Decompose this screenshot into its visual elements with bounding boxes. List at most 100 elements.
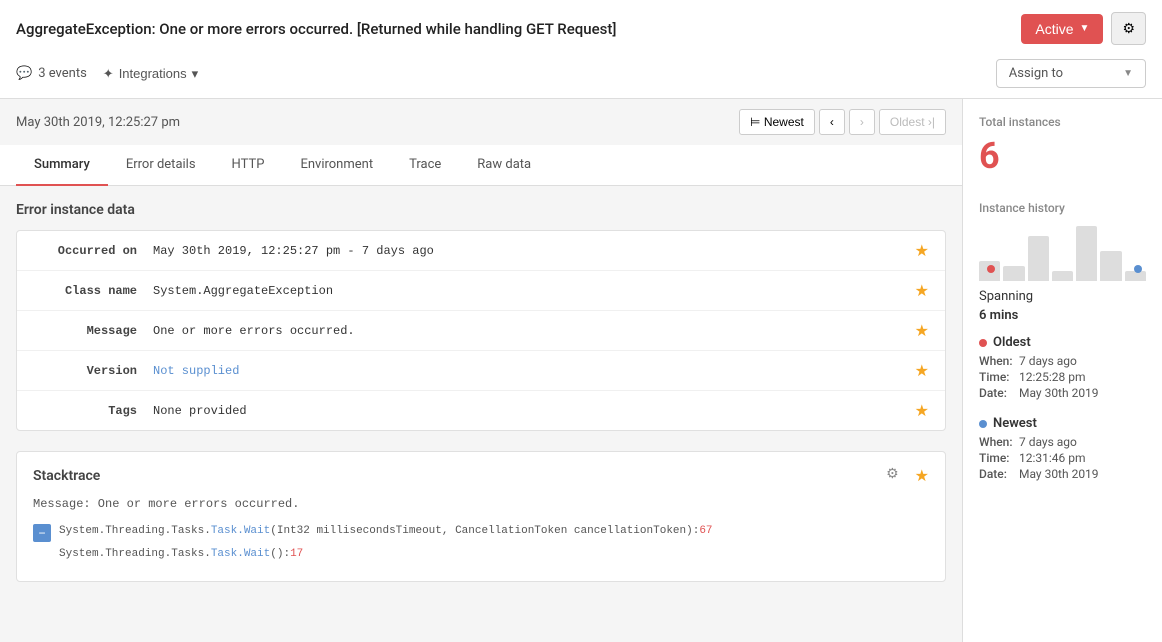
total-instances-label: Total instances [979,115,1146,129]
tab-environment[interactable]: Environment [282,145,391,186]
oldest-when: When: 7 days ago [979,354,1146,368]
gear-icon[interactable]: ⚙ [886,466,899,485]
right-panel: Total instances 6 Instance history Spann… [962,99,1162,642]
chart-bar [1003,266,1024,281]
table-row: Version Not supplied ★ [17,351,945,391]
assign-dropdown[interactable]: Assign to ▼ [996,59,1146,88]
sub-row: 💬 3 events ✦ Integrations ▾ Assign to ▼ [16,53,1146,98]
chevron-down-icon: ▾ [192,66,199,82]
code-text-1: System.Threading.Tasks.Task.Wait(Int32 m… [59,523,713,540]
newest-dot-indicator [979,420,987,428]
chart-bar [1028,236,1049,281]
star-icon[interactable]: ★ [915,466,929,485]
spanning-value: 6 mins [979,308,1146,323]
row-label-classname: Class name [33,284,153,298]
stacktrace-title: Stacktrace [33,468,100,484]
chart-bar [1100,251,1121,281]
chart-bar [1076,226,1097,281]
newest-label: Newest [993,416,1037,431]
row-value-message: One or more errors occurred. [153,324,907,338]
newest-label: ⊨ Newest [750,115,804,129]
code-line-2: System.Threading.Tasks.Task.Wait():17 [33,546,929,563]
collapse-button[interactable]: − [33,524,51,542]
table-row: Occurred on May 30th 2019, 12:25:27 pm -… [17,231,945,271]
next-button[interactable]: › [849,109,875,135]
chevron-down-icon: ▼ [1080,23,1090,34]
newest-date: Date: May 30th 2019 [979,467,1146,481]
code-args-2: (): [270,548,290,560]
instance-history-section: Instance history Spanning 6 mins [979,201,1146,481]
newest-label-row: Newest [979,416,1146,431]
star-icon[interactable]: ★ [915,281,929,300]
integrations-button[interactable]: ✦ Integrations ▾ [103,66,198,82]
code-namespace-1: System.Threading.Tasks. [59,525,211,537]
tab-error-details[interactable]: Error details [108,145,214,186]
error-instance-table: Occurred on May 30th 2019, 12:25:27 pm -… [16,230,946,431]
date-text: May 30th 2019, 12:25:27 pm [16,115,180,130]
oldest-time: Time: 12:25:28 pm [979,370,1146,384]
history-chart [979,221,1146,281]
nav-buttons: ⊨ Newest ‹ › Oldest ›| [739,109,946,135]
code-namespace-2: System.Threading.Tasks. [59,548,211,560]
events-badge[interactable]: 💬 3 events [16,66,87,81]
code-method-1[interactable]: Task.Wait [211,525,270,537]
newest-entry: Newest When: 7 days ago Time: 12:31:46 p… [979,416,1146,481]
oldest-dot-indicator [979,339,987,347]
table-row: Class name System.AggregateException ★ [17,271,945,311]
total-instances-value: 6 [979,135,1146,177]
spanning-label: Spanning [979,289,1146,304]
code-method-2[interactable]: Task.Wait [211,548,270,560]
code-text-2: System.Threading.Tasks.Task.Wait():17 [59,546,303,563]
active-button[interactable]: Active ▼ [1021,14,1103,44]
tab-raw-data[interactable]: Raw data [459,145,549,186]
gear-button[interactable]: ⚙ [1111,12,1146,45]
prev-button[interactable]: ‹ [819,109,845,135]
error-title: AggregateException: One or more errors o… [16,20,1005,38]
gear-icon: ⚙ [1122,20,1135,36]
oldest-label: Oldest ›| [890,115,935,129]
star-icon[interactable]: ★ [915,361,929,380]
star-icon[interactable]: ★ [915,241,929,260]
tab-trace[interactable]: Trace [391,145,459,186]
oldest-date: Date: May 30th 2019 [979,386,1146,400]
next-icon: › [860,115,864,129]
row-label-message: Message [33,324,153,338]
oldest-button[interactable]: Oldest ›| [879,109,946,135]
top-bar: AggregateException: One or more errors o… [0,0,1162,99]
oldest-label-row: Oldest [979,335,1146,350]
code-args-1: (Int32 millisecondsTimeout, Cancellation… [270,525,699,537]
section-title: Error instance data [16,202,946,218]
instance-history-label: Instance history [979,201,1146,215]
star-icon[interactable]: ★ [915,401,929,420]
star-icon[interactable]: ★ [915,321,929,340]
oldest-label: Oldest [993,335,1031,350]
newest-button[interactable]: ⊨ Newest [739,109,815,135]
title-actions: Active ▼ ⚙ [1021,12,1146,45]
row-value-occurred: May 30th 2019, 12:25:27 pm - 7 days ago [153,244,907,258]
title-row: AggregateException: One or more errors o… [16,0,1146,53]
row-value-version[interactable]: Not supplied [153,364,907,378]
chevron-down-icon: ▼ [1123,68,1133,79]
tab-summary[interactable]: Summary [16,145,108,186]
newest-dot [1134,265,1142,273]
oldest-entry: Oldest When: 7 days ago Time: 12:25:28 p… [979,335,1146,400]
table-row: Tags None provided ★ [17,391,945,430]
active-label: Active [1035,21,1073,37]
events-count: 3 events [38,66,87,81]
assign-label: Assign to [1009,66,1063,81]
newest-time: Time: 12:31:46 pm [979,451,1146,465]
main-layout: May 30th 2019, 12:25:27 pm ⊨ Newest ‹ › … [0,99,1162,642]
stacktrace-section: Stacktrace ⚙ ★ Message: One or more erro… [16,451,946,582]
newest-when: When: 7 days ago [979,435,1146,449]
content-area: Error instance data Occurred on May 30th… [0,186,962,598]
code-linenum-1: 67 [699,525,712,537]
prev-icon: ‹ [830,115,834,129]
total-instances-section: Total instances 6 [979,115,1146,177]
stacktrace-message: Message: One or more errors occurred. [33,497,929,511]
chart-bar [1052,271,1073,281]
left-panel: May 30th 2019, 12:25:27 pm ⊨ Newest ‹ › … [0,99,962,642]
comment-icon: 💬 [16,66,32,81]
date-nav-bar: May 30th 2019, 12:25:27 pm ⊨ Newest ‹ › … [0,99,962,145]
tab-http[interactable]: HTTP [214,145,283,186]
row-label-version: Version [33,364,153,378]
